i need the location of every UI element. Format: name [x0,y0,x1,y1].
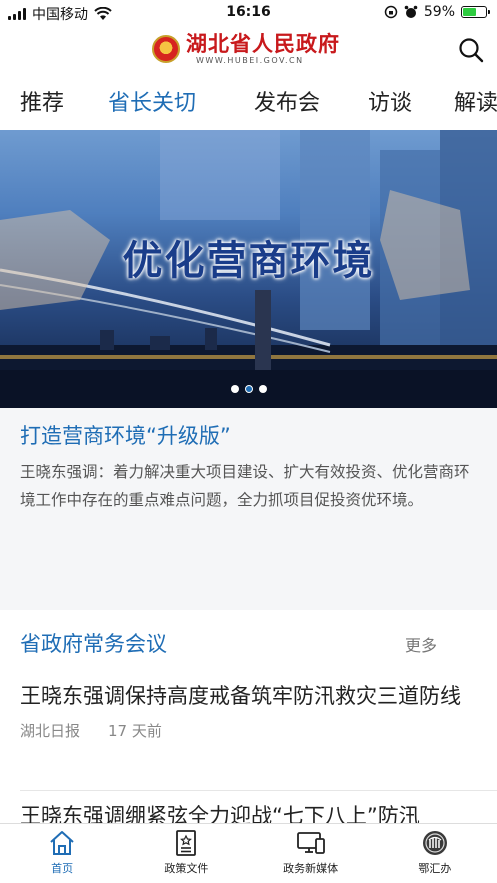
divider [20,790,497,791]
tab-interpretation[interactable]: 解读 [454,82,497,126]
status-bar: 中国移动 16:16 59% [0,0,497,26]
app-header: 湖北省人民政府 WWW.HUBEI.GOV.CN [0,28,497,74]
banner-title: 优化营商环境 [122,238,375,284]
ehuiban-logo-icon [422,831,447,855]
battery-icon [461,6,490,18]
news-title[interactable]: 王晓东强调保持高度戒备筑牢防汛救灾三道防线 [20,680,477,712]
section-header: 省政府常务会议 更多 [0,626,497,662]
home-icon [50,831,74,855]
featured-article-title[interactable]: 打造营商环境“升级版” [20,420,231,450]
featured-article[interactable]: 打造营商环境“升级版” 王晓东强调：着力解决重大项目建设、扩大有效投资、优化营商… [0,408,497,610]
tabbar-new-media-label: 政务新媒体 [283,862,339,875]
banner-carousel[interactable]: 优化营商环境 [0,130,497,408]
tabbar-new-media[interactable]: 政务新媒体 [249,824,373,883]
tabbar-home-label: 首页 [51,862,74,875]
site-logo: 湖北省人民政府 WWW.HUBEI.GOV.CN [152,32,340,65]
tabbar-home[interactable]: 首页 [0,824,124,883]
battery-percent: 59% [423,4,455,20]
devices-icon [296,832,325,854]
more-link[interactable]: 更多 [405,632,437,656]
news-time: 17 天前 [108,722,162,740]
search-icon[interactable] [457,36,485,64]
tab-governor-concerns[interactable]: 省长关切 [108,82,196,126]
tabbar-policy[interactable]: 政策文件 [124,824,248,883]
list-item[interactable]: 王晓东强调保持高度戒备筑牢防汛救灾三道防线 湖北日报 17 天前 [20,680,477,741]
carousel-indicator [0,385,497,393]
section-title: 省政府常务会议 [20,632,167,656]
logo-url: WWW.HUBEI.GOV.CN [196,56,304,65]
tab-press-conference[interactable]: 发布会 [254,82,320,126]
carousel-dot[interactable] [230,385,239,393]
tabbar-ehuiban-label: 鄂汇办 [418,862,452,875]
news-source: 湖北日报 [20,722,81,740]
orientation-lock-icon [384,5,398,19]
tab-interview[interactable]: 访谈 [368,82,412,126]
featured-article-summary: 王晓东强调：着力解决重大项目建设、扩大有效投资、优化营商环境工作中存在的重点难点… [20,463,470,509]
carousel-dot[interactable] [258,385,267,393]
bottom-tab-bar: 首页 政策文件 政务新媒体 鄂汇办 [0,823,497,883]
tabbar-ehuiban[interactable]: 鄂汇办 [373,824,497,883]
logo-title: 湖北省人民政府 [186,31,340,56]
tabbar-policy-label: 政策文件 [164,862,209,875]
alarm-icon [404,5,418,18]
category-tabs: 推荐 省长关切 发布会 访谈 解读 [0,82,497,126]
tab-recommend[interactable]: 推荐 [20,82,64,126]
national-emblem-icon [152,34,180,63]
policy-document-icon [176,830,197,856]
carousel-dot-active[interactable] [244,385,253,393]
